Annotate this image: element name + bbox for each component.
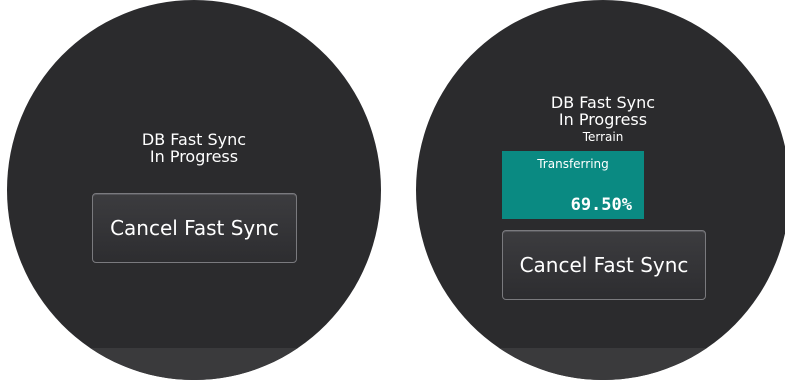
right-touch-display: DB Fast Sync In Progress Terrain Transfe… xyxy=(416,0,785,380)
screenshot-stage: DB Fast Sync In Progress Cancel Fast Syn… xyxy=(0,0,785,380)
sync-status-title: DB Fast Sync xyxy=(141,130,247,149)
database-name: Terrain xyxy=(582,130,624,144)
transfer-progress-indicator: Transferring 69.50% xyxy=(502,151,644,219)
sync-status-subtitle: In Progress xyxy=(558,110,648,129)
cancel-fast-sync-button[interactable]: Cancel Fast Sync xyxy=(502,230,706,300)
progress-percentage: 69.50% xyxy=(570,195,632,215)
progress-label: Transferring xyxy=(537,157,609,171)
left-touch-display: DB Fast Sync In Progress Cancel Fast Syn… xyxy=(7,0,381,380)
sync-status-title: DB Fast Sync xyxy=(550,93,656,112)
cancel-fast-sync-button[interactable]: Cancel Fast Sync xyxy=(92,193,297,263)
bottom-band xyxy=(416,348,785,380)
sync-status-subtitle: In Progress xyxy=(149,147,239,166)
bottom-band xyxy=(7,348,381,380)
